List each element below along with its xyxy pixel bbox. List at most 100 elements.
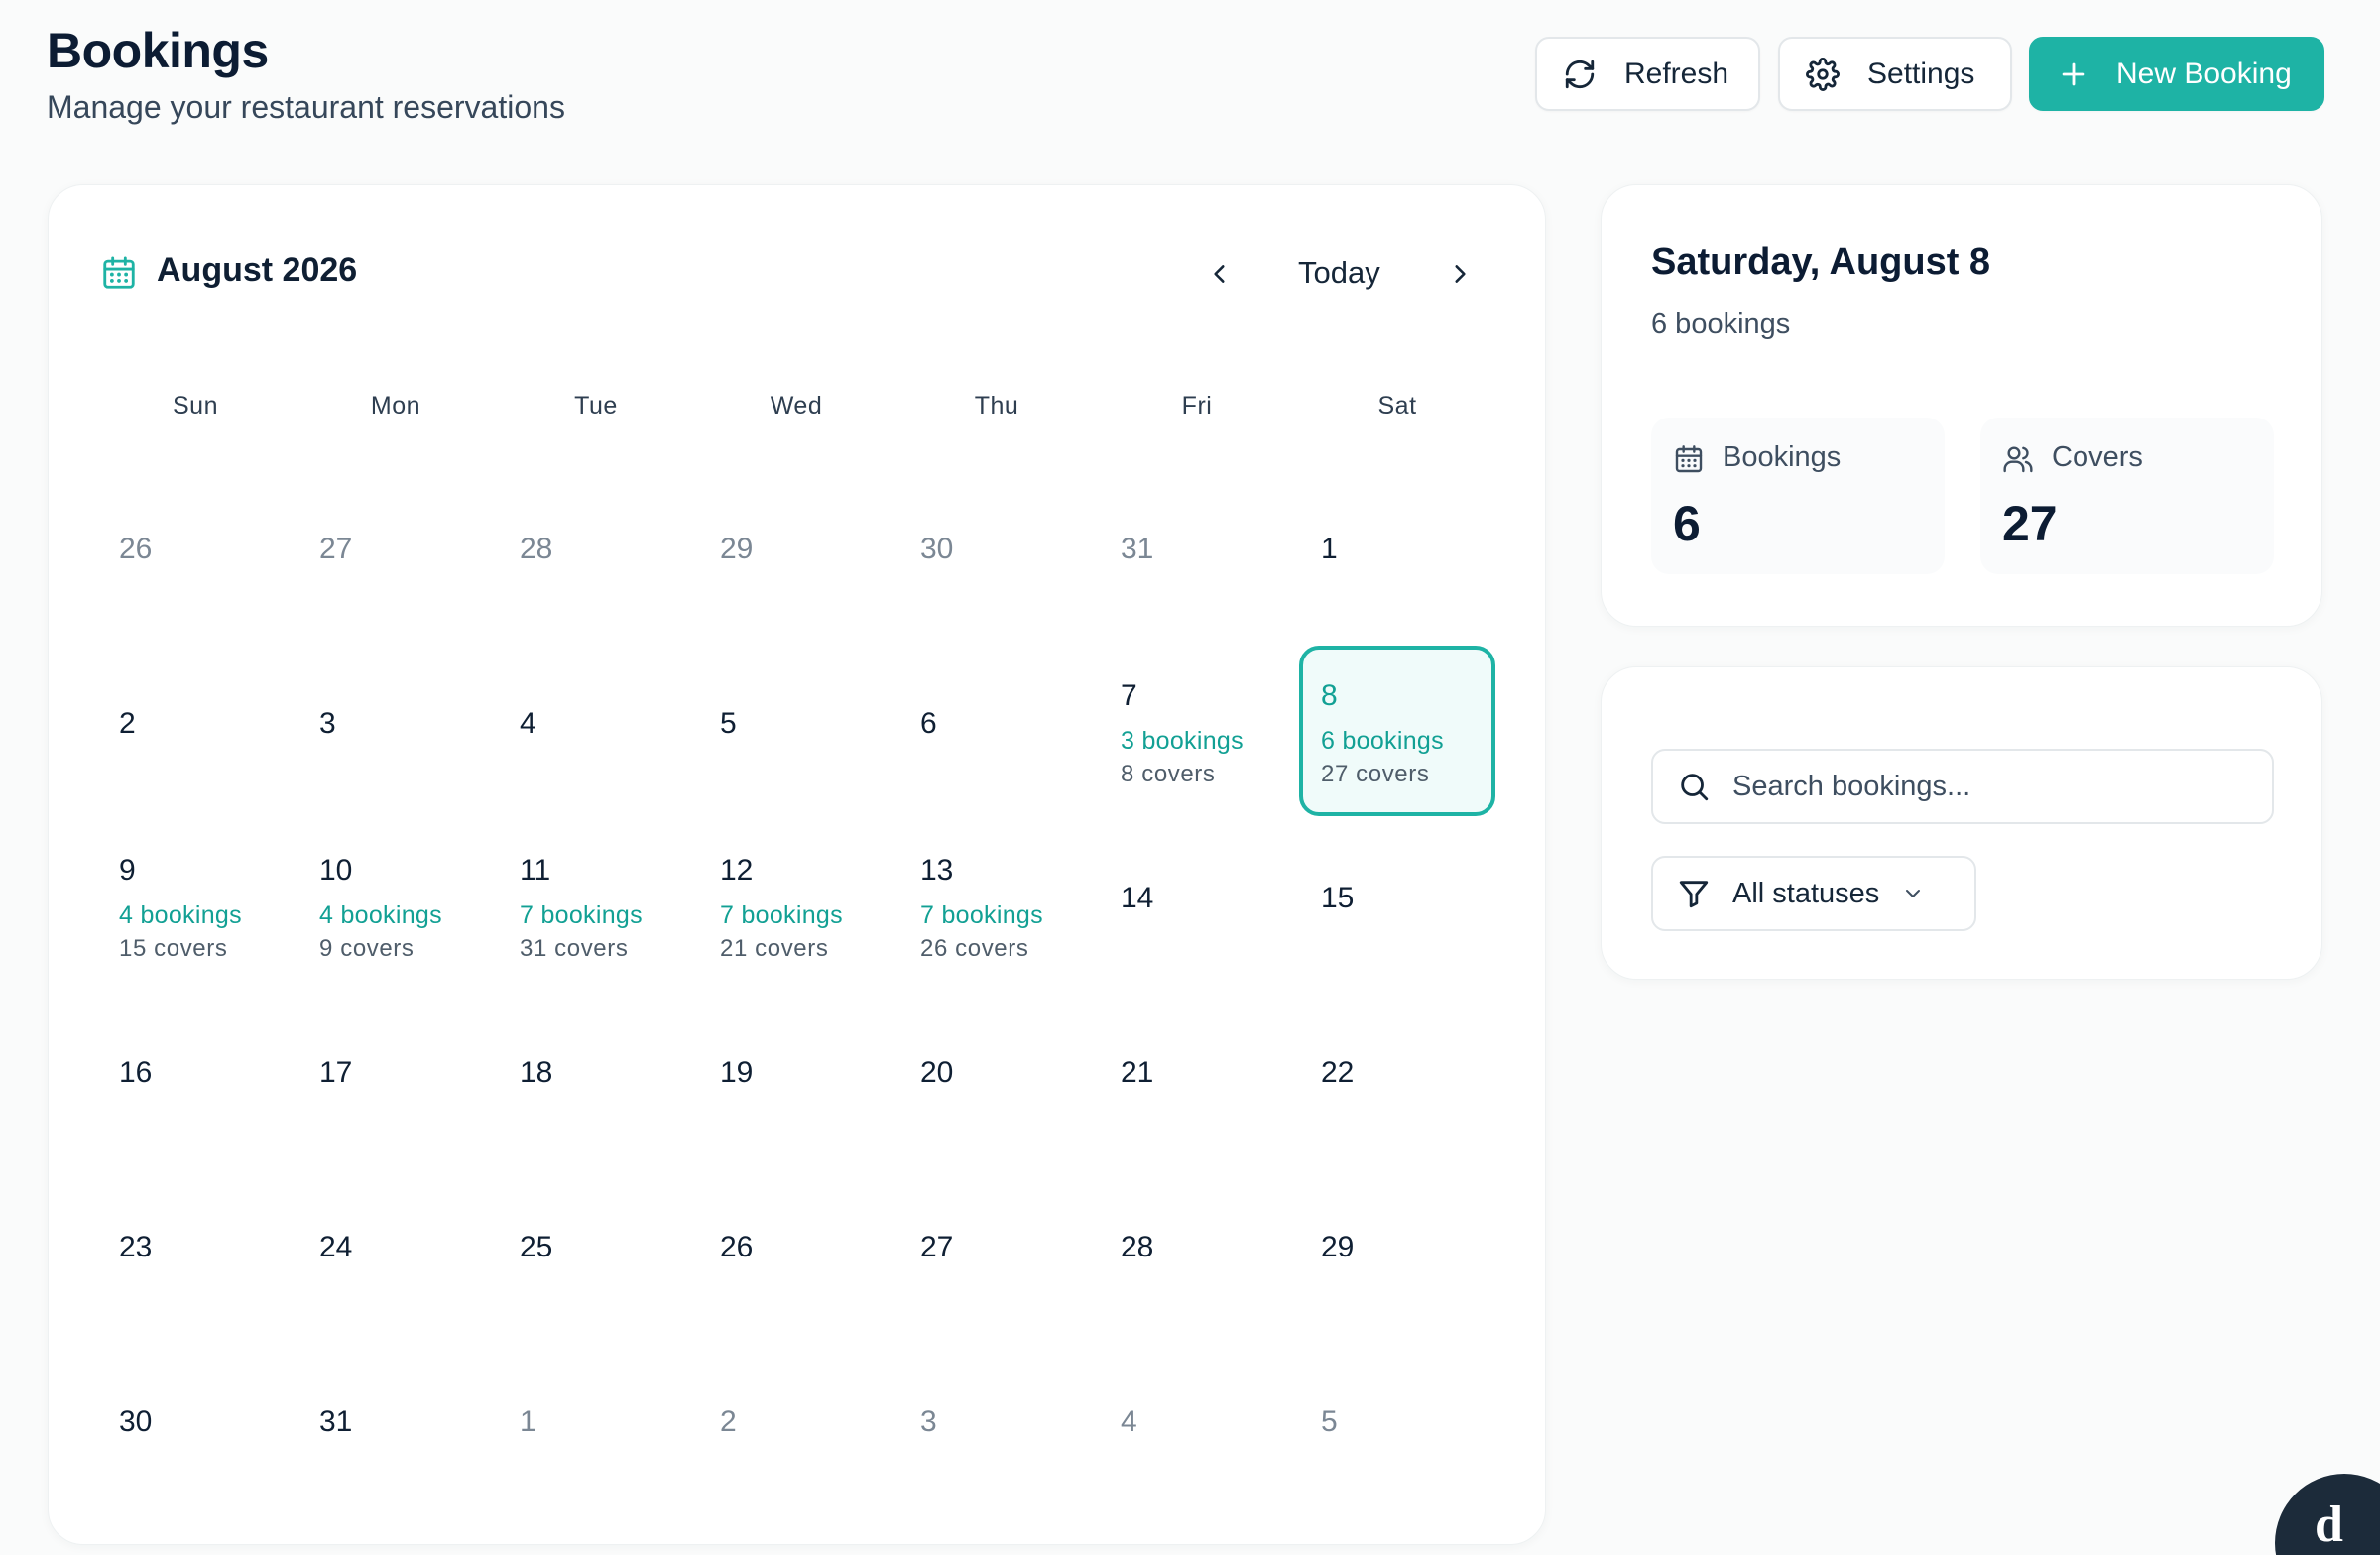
calendar-icon	[1675, 445, 1703, 473]
covers-stat: Covers 27	[1980, 418, 2274, 574]
day-number: 21	[1121, 1056, 1154, 1089]
calendar-day[interactable]: 23	[97, 1169, 294, 1340]
day-number: 22	[1321, 1056, 1355, 1089]
calendar-day[interactable]: 7 3 bookings 8 covers	[1099, 646, 1295, 816]
day-number: 1	[1321, 533, 1338, 565]
day-number: 30	[920, 533, 954, 565]
calendar-day[interactable]: 29	[1299, 1169, 1495, 1340]
day-number: 2	[720, 1405, 737, 1438]
day-number: 3	[920, 1405, 937, 1438]
calendar-day[interactable]: 30	[97, 1344, 294, 1514]
calendar-day[interactable]: 27	[298, 471, 494, 642]
day-covers-count: 15 covers	[119, 935, 228, 962]
calendar-day[interactable]: 26	[97, 471, 294, 642]
new-booking-button[interactable]: New Booking	[2029, 37, 2324, 111]
calendar-day[interactable]: 16	[97, 995, 294, 1165]
calendar-card: August 2026 Today Sun Mon Tue Wed Thu Fri Sat …	[48, 184, 1546, 1545]
filters-card: All statuses	[1601, 666, 2322, 980]
calendar-day[interactable]: 4	[1099, 1344, 1295, 1514]
calendar-day[interactable]: 26	[698, 1169, 894, 1340]
calendar-day[interactable]: 9 4 bookings 15 covers	[97, 820, 294, 991]
covers-stat-value: 27	[2002, 496, 2058, 551]
widget-letter: d	[2315, 1496, 2343, 1553]
day-number: 31	[1121, 533, 1154, 565]
calendar-day[interactable]: 5	[698, 646, 894, 816]
today-button[interactable]: Today	[1298, 255, 1380, 291]
calendar-day[interactable]: 2	[698, 1344, 894, 1514]
calendar-day[interactable]: 12 7 bookings 21 covers	[698, 820, 894, 991]
weekday-label: Sun	[173, 392, 218, 419]
calendar-day[interactable]: 19	[698, 995, 894, 1165]
day-number: 26	[720, 1231, 754, 1263]
search-box[interactable]	[1651, 749, 2274, 824]
day-number: 29	[1321, 1231, 1355, 1263]
status-filter-dropdown[interactable]: All statuses	[1651, 856, 1976, 931]
refresh-label: Refresh	[1624, 57, 1729, 90]
day-bookings-count: 4 bookings	[119, 901, 242, 929]
plus-icon	[2062, 62, 2085, 85]
calendar-day[interactable]: 21	[1099, 995, 1295, 1165]
calendar-day[interactable]: 20	[898, 995, 1095, 1165]
search-bookings-input[interactable]	[1732, 770, 2248, 803]
day-number: 19	[720, 1056, 754, 1089]
settings-button[interactable]: Settings	[1778, 37, 2012, 111]
covers-stat-label: Covers	[2052, 441, 2143, 473]
day-number: 15	[1321, 882, 1355, 914]
day-bookings-count: 7 bookings	[720, 901, 843, 929]
day-number: 7	[1121, 679, 1137, 712]
day-covers-count: 8 covers	[1121, 761, 1216, 787]
bookings-stat-value: 6	[1673, 496, 1701, 551]
day-covers-count: 27 covers	[1321, 761, 1430, 787]
day-number: 12	[720, 854, 754, 887]
calendar-day[interactable]: 28	[1099, 1169, 1295, 1340]
calendar-day[interactable]: 4	[498, 646, 694, 816]
calendar-icon	[103, 256, 135, 289]
day-number: 5	[720, 707, 737, 740]
calendar-day[interactable]: 25	[498, 1169, 694, 1340]
day-number: 14	[1121, 882, 1154, 914]
calendar-day[interactable]: 2	[97, 646, 294, 816]
calendar-day[interactable]: 24	[298, 1169, 494, 1340]
day-number: 4	[520, 707, 536, 740]
refresh-button[interactable]: Refresh	[1535, 37, 1760, 111]
calendar-day-selected[interactable]: 8 6 bookings 27 covers	[1299, 646, 1495, 816]
bookings-page: Bookings Manage your restaurant reservat…	[0, 0, 2380, 1555]
calendar-day[interactable]: 3	[898, 1344, 1095, 1514]
help-widget-button[interactable]: d	[2275, 1474, 2380, 1555]
calendar-day[interactable]: 17	[298, 995, 494, 1165]
calendar-day[interactable]: 27	[898, 1169, 1095, 1340]
next-month-button[interactable]	[1443, 257, 1477, 291]
day-bookings-count: 7 bookings	[520, 901, 643, 929]
calendar-day[interactable]: 15	[1299, 820, 1495, 991]
refresh-icon	[1565, 60, 1595, 88]
calendar-day[interactable]: 31	[1099, 471, 1295, 642]
day-number: 26	[119, 533, 153, 565]
day-covers-count: 21 covers	[720, 935, 829, 962]
calendar-day[interactable]: 1	[1299, 471, 1495, 642]
day-bookings-count: 3 bookings	[1121, 727, 1244, 755]
calendar-day[interactable]: 6	[898, 646, 1095, 816]
page-subtitle: Manage your restaurant reservations	[47, 89, 565, 125]
calendar-day[interactable]: 18	[498, 995, 694, 1165]
calendar-day[interactable]: 10 4 bookings 9 covers	[298, 820, 494, 991]
calendar-day[interactable]: 31	[298, 1344, 494, 1514]
calendar-day[interactable]: 14	[1099, 820, 1295, 991]
calendar-day[interactable]: 11 7 bookings 31 covers	[498, 820, 694, 991]
users-icon	[2003, 446, 2033, 473]
previous-month-button[interactable]	[1203, 257, 1237, 291]
calendar-day[interactable]: 3	[298, 646, 494, 816]
day-number: 6	[920, 707, 937, 740]
search-icon	[1681, 774, 1709, 801]
calendar-day[interactable]: 30	[898, 471, 1095, 642]
calendar-day[interactable]: 28	[498, 471, 694, 642]
calendar-day[interactable]: 13 7 bookings 26 covers	[898, 820, 1095, 991]
calendar-day[interactable]: 22	[1299, 995, 1495, 1165]
calendar-day[interactable]: 29	[698, 471, 894, 642]
calendar-day[interactable]: 1	[498, 1344, 694, 1514]
day-bookings-count: 7 bookings	[920, 901, 1043, 929]
day-covers-count: 26 covers	[920, 935, 1029, 962]
day-number: 27	[319, 533, 353, 565]
day-number: 23	[119, 1231, 153, 1263]
selected-date-bookings-count: 6 bookings	[1651, 308, 1791, 340]
calendar-day[interactable]: 5	[1299, 1344, 1495, 1514]
